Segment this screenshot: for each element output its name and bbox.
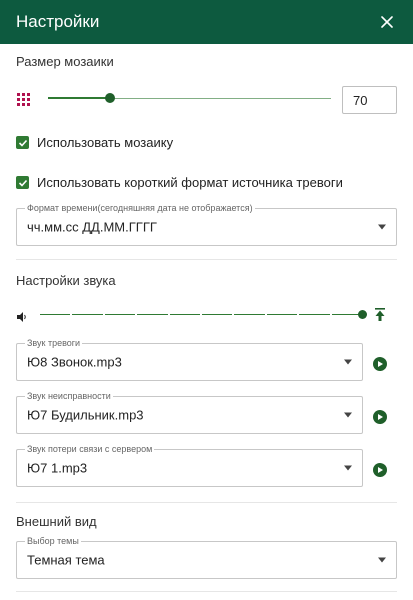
time-format-value: чч.мм.сс ДД.ММ.ГГГГ: [27, 219, 157, 235]
settings-header: Настройки: [0, 0, 413, 44]
volume-segment: [72, 314, 103, 315]
divider: [16, 259, 397, 260]
settings-panel: Настройки Размер мозаики 70 Использовать…: [0, 0, 413, 600]
header-title: Настройки: [16, 12, 100, 31]
volume-segment: [40, 314, 71, 315]
chevron-down-icon: [344, 359, 352, 365]
alarm-sound-select[interactable]: Звук тревоги Ю8 Звонок.mp3: [16, 337, 363, 381]
grid-icon: [17, 93, 31, 107]
volume-segment: [202, 314, 233, 315]
play-alarm-sound-icon[interactable]: [373, 357, 387, 371]
chevron-down-icon: [378, 224, 386, 230]
fault-sound-value: Ю7 Будильник.mp3: [27, 407, 144, 423]
connection-loss-sound-select[interactable]: Звук потери связи с сервером Ю7 1.mp3: [16, 443, 363, 487]
chevron-down-icon: [344, 412, 352, 418]
theme-value: Темная тема: [27, 552, 105, 568]
play-connection-loss-sound-icon[interactable]: [373, 463, 387, 477]
mosaic-slider-track-filled: [48, 97, 110, 99]
play-fault-sound-icon[interactable]: [373, 410, 387, 424]
alarm-sound-value: Ю8 Звонок.mp3: [27, 354, 122, 370]
theme-select[interactable]: Выбор темы Темная тема: [16, 535, 397, 579]
mosaic-size-input[interactable]: 70: [342, 86, 397, 114]
volume-segment: [104, 314, 136, 315]
mosaic-slider-thumb[interactable]: [105, 93, 115, 103]
fault-sound-legend: Звук неисправности: [25, 390, 113, 402]
connection-loss-sound-value: Ю7 1.mp3: [27, 460, 88, 476]
volume-max-icon[interactable]: [374, 308, 386, 322]
use-mosaic-checkbox[interactable]: [16, 136, 29, 149]
short-source-checkbox[interactable]: [16, 176, 29, 189]
fault-sound-select[interactable]: Звук неисправности Ю7 Будильник.mp3: [16, 390, 363, 434]
volume-segment: [234, 314, 265, 315]
connection-loss-sound-legend: Звук потери связи с сервером: [25, 443, 155, 455]
mosaic-slider-track: [110, 97, 331, 99]
use-mosaic-row[interactable]: Использовать мозаику: [16, 135, 173, 150]
chevron-down-icon: [344, 465, 352, 471]
sound-settings-title: Настройки звука: [16, 273, 116, 288]
short-source-row[interactable]: Использовать короткий формат источника т…: [16, 175, 343, 190]
time-format-select[interactable]: Формат времени(сегодняшняя дата не отобр…: [16, 202, 397, 246]
time-format-legend: Формат времени(сегодняшняя дата не отобр…: [25, 202, 255, 214]
use-mosaic-label: Использовать мозаику: [37, 135, 174, 150]
volume-segment: [266, 314, 298, 315]
mosaic-size-title: Размер мозаики: [16, 54, 114, 69]
close-icon[interactable]: [377, 12, 397, 32]
mosaic-size-slider[interactable]: [48, 91, 331, 105]
divider: [16, 591, 397, 592]
volume-segment: [299, 314, 330, 315]
volume-icon: [16, 310, 28, 322]
appearance-title: Внешний вид: [16, 514, 97, 529]
short-source-label: Использовать короткий формат источника т…: [37, 175, 343, 190]
alarm-sound-legend: Звук тревоги: [25, 337, 83, 349]
chevron-down-icon: [378, 557, 386, 563]
divider: [16, 502, 397, 503]
volume-segment: [137, 314, 168, 315]
volume-segment: [169, 314, 200, 315]
mosaic-size-value: 70: [353, 92, 368, 108]
theme-legend: Выбор темы: [25, 535, 81, 547]
volume-slider-thumb[interactable]: [358, 310, 367, 319]
